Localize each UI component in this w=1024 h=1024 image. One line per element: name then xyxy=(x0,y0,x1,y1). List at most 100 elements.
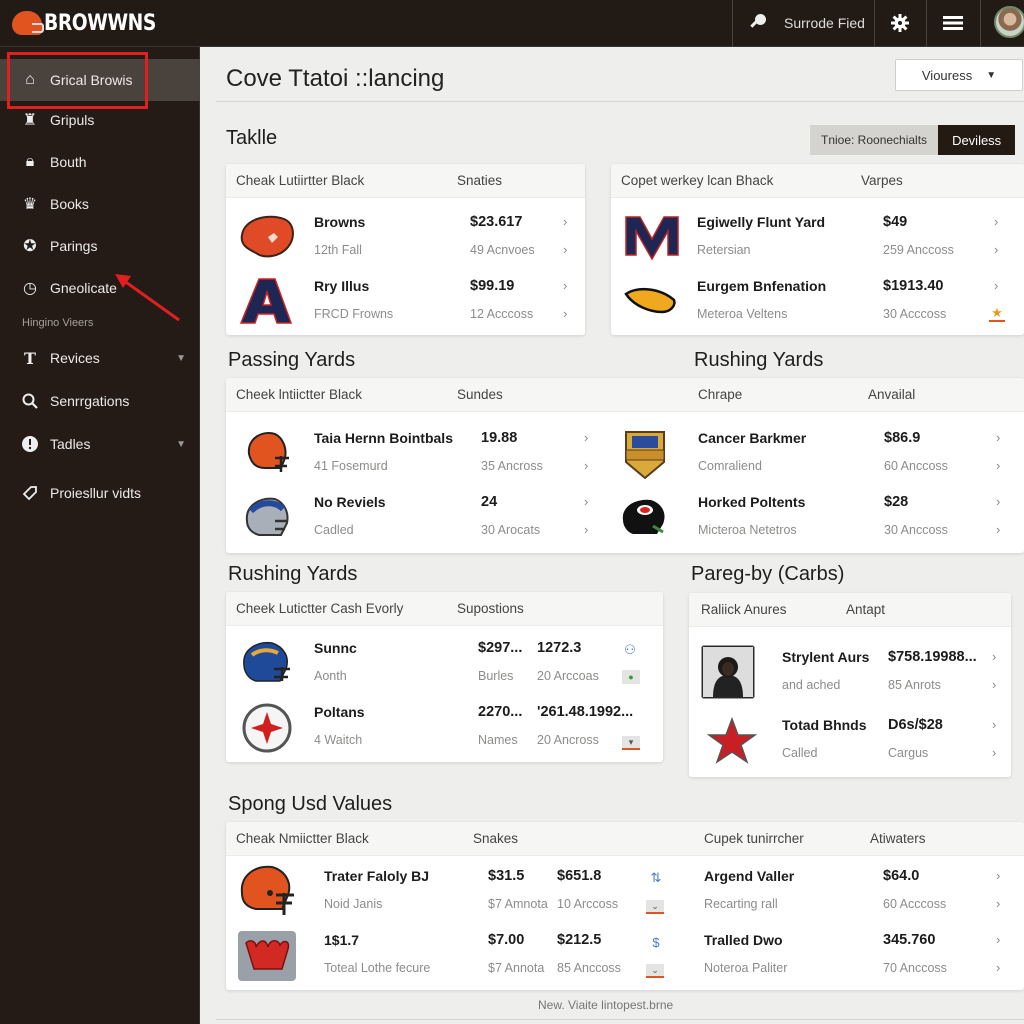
sidebar-item-books[interactable]: ♛ Books xyxy=(0,183,200,225)
segment-option-b[interactable]: Deviless xyxy=(938,125,1016,155)
table-row[interactable]: Browns 12th Fall $23.617 49 Acnvoes › › xyxy=(226,206,585,270)
table-row[interactable]: Totad Bhnds Called D6s/$28 Cargus › › xyxy=(689,709,1011,775)
sidebar-item-label: Revices xyxy=(50,350,100,366)
table-row[interactable]: 1$1.7 Toteal Lothe fecure $7.00 $7 Annot… xyxy=(226,924,1024,988)
chevron-right-icon[interactable]: › xyxy=(996,522,1000,537)
caret-down-icon[interactable]: ▼ xyxy=(176,353,186,364)
tackle-right-card: Copet werkey lcan Bhack Varpes Egiwelly … xyxy=(611,164,1024,335)
passing-rushing-card: Cheek lntiictter Black Sundes Chrape Anv… xyxy=(226,378,1024,553)
section-title-rushing-2: Rushing Yards xyxy=(228,563,358,585)
row-value-sub: 49 Acnvoes xyxy=(470,243,535,257)
chevron-right-icon[interactable]: › xyxy=(994,278,998,293)
dropdown-icon[interactable]: ⌄ xyxy=(646,964,664,978)
chevron-right-icon[interactable]: › xyxy=(996,932,1000,947)
sidebar-item-label: Parings xyxy=(50,238,98,254)
sidebar-item-proiesllur-vidts[interactable]: Proiesllur vidts xyxy=(0,472,200,514)
chevron-right-icon[interactable]: › xyxy=(992,677,996,692)
team-icon: ✪ xyxy=(23,238,37,255)
table-row[interactable]: Rry Illus FRCD Frowns $99.19 12 Acccoss … xyxy=(226,270,585,334)
chevron-right-icon[interactable]: › xyxy=(563,214,567,229)
brand-wordmark: BROWWNS xyxy=(44,10,156,36)
row-name: Totad Bhnds xyxy=(782,717,867,733)
sort-icon[interactable]: ⇅ xyxy=(648,870,664,886)
section-title-tackle: Taklle xyxy=(226,127,278,149)
chevron-right-icon[interactable]: › xyxy=(996,494,1000,509)
chevron-right-icon[interactable]: › xyxy=(584,430,588,445)
row-sub: 4 Waitch xyxy=(314,733,363,747)
segment-option-a[interactable]: Tnioe: Roonechialts xyxy=(810,125,939,155)
sidebar-item-parings[interactable]: ✪ Parings xyxy=(0,225,200,267)
row-name: Eurgem Bnfenation xyxy=(697,278,827,294)
sidebar-item-senrrgations[interactable]: Senrrgations xyxy=(0,380,200,422)
table-row[interactable]: Horked Poltents Micteroa Netetros $28 30… xyxy=(610,486,1024,550)
chevron-right-icon[interactable]: › xyxy=(563,242,567,257)
sidebar-item-gneolicate[interactable]: ◷ Gneolicate xyxy=(0,267,200,309)
chevron-right-icon[interactable]: › xyxy=(996,430,1000,445)
chevron-right-icon[interactable]: › xyxy=(584,458,588,473)
chevron-right-icon[interactable]: › xyxy=(996,458,1000,473)
column-header: Snaties xyxy=(457,173,503,188)
row-value-sub: 10 Arccoss xyxy=(557,897,619,911)
section-title-rushing: Rushing Yards xyxy=(694,349,824,371)
row-value: 24 xyxy=(481,494,498,510)
row-value: $99.19 xyxy=(470,278,515,294)
row-value-sub: 30 Anccoss xyxy=(884,523,948,537)
search-field-button[interactable]: Surrode Fied xyxy=(748,10,865,36)
table-row[interactable]: Eurgem Bnfenation Meteroa Veltens $1913.… xyxy=(611,270,1024,334)
row-value: $7.00 xyxy=(488,932,525,948)
table-row[interactable]: Strylent Aurs and ached $758.19988... 85… xyxy=(689,641,1011,707)
row-value: $1913.40 xyxy=(883,278,944,294)
row-value-sub: $7 Amnota xyxy=(488,897,548,911)
table-row[interactable]: Cancer Barkmer Comraliend $86.9 60 Ancco… xyxy=(610,422,1024,486)
star-icon[interactable]: ★ xyxy=(989,305,1005,322)
sidebar-item-bouth[interactable]: 🔒︎ Bouth xyxy=(0,141,200,183)
caret-down-icon[interactable]: ▼ xyxy=(176,439,186,450)
shield-icon[interactable]: ● xyxy=(622,670,640,684)
chevron-right-icon[interactable]: › xyxy=(563,278,567,293)
user-icon[interactable]: ⚇ xyxy=(622,642,638,658)
column-header: Anvailal xyxy=(868,387,916,402)
chevron-right-icon[interactable]: › xyxy=(563,306,567,321)
chevron-right-icon[interactable]: › xyxy=(584,522,588,537)
trophy-icon: ♜ xyxy=(22,112,38,129)
user-avatar[interactable] xyxy=(994,6,1024,38)
table-row[interactable]: Poltans 4 Waitch 2270... '261.48.1992...… xyxy=(226,696,663,760)
sidebar-item-tadles[interactable]: Tadles ▼ xyxy=(0,423,200,465)
sidebar-item-gripuls[interactable]: ♜ Gripuls xyxy=(0,99,200,141)
row-value-sub: 35 Ancross xyxy=(481,459,543,473)
chevron-right-icon[interactable]: › xyxy=(996,896,1000,911)
row-sub: Noteroa Paliter xyxy=(704,961,788,975)
sidebar-item-revices[interactable]: T Revices ▼ xyxy=(0,337,200,379)
bird-logo xyxy=(621,274,683,330)
table-row[interactable]: Sunnc Aonth $297... 1272.3 Burles 20 Arc… xyxy=(226,632,663,696)
dollar-icon[interactable]: $ xyxy=(648,934,664,950)
row-value-sub: 20 Ancross xyxy=(537,733,599,747)
row-sub: Comraliend xyxy=(698,459,762,473)
row-value: 19.88 xyxy=(481,430,518,446)
table-row[interactable]: Egiwelly Flunt Yard Retersian $49 259 An… xyxy=(611,206,1024,270)
chevron-right-icon[interactable]: › xyxy=(992,717,996,732)
m-letter-logo xyxy=(621,210,683,266)
section-title-passing: Passing Yards xyxy=(228,349,356,371)
chevron-right-icon[interactable]: › xyxy=(584,494,588,509)
clock-icon: ◷ xyxy=(23,280,37,297)
column-header: Varpes xyxy=(861,173,903,188)
brand-logo[interactable]: BROWWNS xyxy=(12,8,176,38)
views-dropdown[interactable]: Viouress ▼ xyxy=(895,59,1023,91)
dropdown-icon[interactable]: ⌄ xyxy=(646,900,664,914)
table-row[interactable]: Trater Faloly BJ Noid Janis $31.5 $7 Amn… xyxy=(226,860,1024,924)
chevron-right-icon[interactable]: › xyxy=(992,745,996,760)
steelers-logo xyxy=(236,700,298,756)
row-sub: Cadled xyxy=(314,523,354,537)
chevron-right-icon[interactable]: › xyxy=(992,649,996,664)
sidebar-item-grical-browis[interactable]: ⌂ Grical Browis xyxy=(0,59,200,101)
chevron-right-icon[interactable]: › xyxy=(996,960,1000,975)
chevron-right-icon[interactable]: › xyxy=(996,868,1000,883)
helmet-icon xyxy=(12,11,44,35)
dropdown-icon[interactable]: ▾ xyxy=(622,736,640,750)
gear-icon[interactable] xyxy=(889,12,911,34)
hamburger-menu-icon[interactable] xyxy=(942,12,964,34)
red-star-logo xyxy=(701,713,763,769)
chevron-right-icon[interactable]: › xyxy=(994,242,998,257)
chevron-right-icon[interactable]: › xyxy=(994,214,998,229)
